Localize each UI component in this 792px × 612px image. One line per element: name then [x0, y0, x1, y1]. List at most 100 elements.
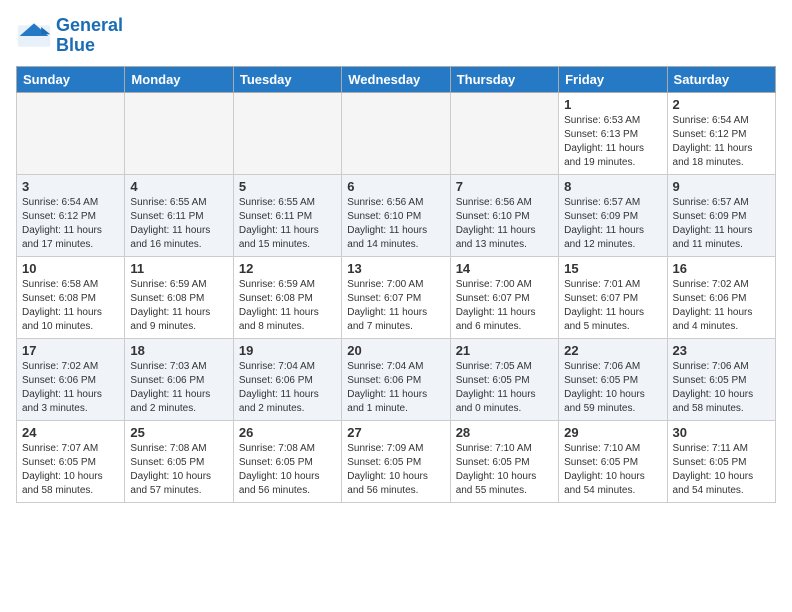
day-number: 13	[347, 261, 444, 276]
weekday-header-saturday: Saturday	[667, 66, 775, 92]
weekday-header-tuesday: Tuesday	[233, 66, 341, 92]
calendar-cell	[450, 92, 558, 174]
calendar-cell	[17, 92, 125, 174]
day-number: 27	[347, 425, 444, 440]
weekday-header-wednesday: Wednesday	[342, 66, 450, 92]
day-number: 17	[22, 343, 119, 358]
day-info: Sunrise: 7:06 AM Sunset: 6:05 PM Dayligh…	[564, 360, 661, 416]
day-info: Sunrise: 6:56 AM Sunset: 6:10 PM Dayligh…	[456, 196, 553, 252]
calendar-cell: 23Sunrise: 7:06 AM Sunset: 6:05 PM Dayli…	[667, 338, 775, 420]
day-number: 15	[564, 261, 661, 276]
calendar-cell: 1 Sunrise: 6:53 AM Sunset: 6:13 PM Daylig…	[559, 92, 667, 174]
day-info: Sunrise: 6:53 AM Sunset: 6:13 PM Dayligh…	[564, 114, 661, 170]
calendar-cell: 22 Sunrise: 7:06 AM Sunset: 6:05 PM Dayli…	[559, 338, 667, 420]
calendar-cell: 3 Sunrise: 6:54 AM Sunset: 6:12 PM Daylig…	[17, 174, 125, 256]
day-info: Sunrise: 7:10 AM Sunset: 6:05 PM Dayligh…	[564, 442, 661, 498]
day-number: 12	[239, 261, 336, 276]
calendar-week-3: 17 Sunrise: 7:02 AM Sunset: 6:06 PM Dayli…	[17, 338, 776, 420]
calendar-week-0: 1 Sunrise: 6:53 AM Sunset: 6:13 PM Daylig…	[17, 92, 776, 174]
logo-text: General Blue	[56, 16, 123, 56]
calendar-cell: 20 Sunrise: 7:04 AM Sunset: 6:06 PM Dayli…	[342, 338, 450, 420]
day-info: Sunrise: 6:58 AM Sunset: 6:08 PM Dayligh…	[22, 278, 119, 334]
calendar-week-4: 24 Sunrise: 7:07 AM Sunset: 6:05 PM Dayli…	[17, 420, 776, 502]
calendar-cell: 29 Sunrise: 7:10 AM Sunset: 6:05 PM Dayli…	[559, 420, 667, 502]
day-info: Sunrise: 6:59 AM Sunset: 6:08 PM Dayligh…	[239, 278, 336, 334]
calendar-cell: 4 Sunrise: 6:55 AM Sunset: 6:11 PM Daylig…	[125, 174, 233, 256]
weekday-header-monday: Monday	[125, 66, 233, 92]
day-info: Sunrise: 7:02 AM Sunset: 6:06 PM Dayligh…	[22, 360, 119, 416]
day-info: Sunrise: 7:02 AM Sunset: 6:06 PM Dayligh…	[673, 278, 770, 334]
day-info: Sunrise: 6:54 AM Sunset: 6:12 PM Dayligh…	[22, 196, 119, 252]
calendar-cell	[342, 92, 450, 174]
day-info: Sunrise: 7:08 AM Sunset: 6:05 PM Dayligh…	[239, 442, 336, 498]
calendar-cell: 21 Sunrise: 7:05 AM Sunset: 6:05 PM Dayli…	[450, 338, 558, 420]
weekday-header-thursday: Thursday	[450, 66, 558, 92]
day-number: 26	[239, 425, 336, 440]
day-number: 4	[130, 179, 227, 194]
day-number: 25	[130, 425, 227, 440]
day-info: Sunrise: 7:03 AM Sunset: 6:06 PM Dayligh…	[130, 360, 227, 416]
calendar-cell	[125, 92, 233, 174]
calendar-cell: 5 Sunrise: 6:55 AM Sunset: 6:11 PM Daylig…	[233, 174, 341, 256]
day-info: Sunrise: 6:57 AM Sunset: 6:09 PM Dayligh…	[564, 196, 661, 252]
day-info: Sunrise: 7:11 AM Sunset: 6:05 PM Dayligh…	[673, 442, 770, 498]
calendar-cell: 15 Sunrise: 7:01 AM Sunset: 6:07 PM Dayli…	[559, 256, 667, 338]
day-number: 7	[456, 179, 553, 194]
day-info: Sunrise: 7:05 AM Sunset: 6:05 PM Dayligh…	[456, 360, 553, 416]
calendar-body: 1 Sunrise: 6:53 AM Sunset: 6:13 PM Daylig…	[17, 92, 776, 502]
calendar-cell: 24 Sunrise: 7:07 AM Sunset: 6:05 PM Dayli…	[17, 420, 125, 502]
calendar-cell: 8 Sunrise: 6:57 AM Sunset: 6:09 PM Daylig…	[559, 174, 667, 256]
calendar-table: SundayMondayTuesdayWednesdayThursdayFrid…	[16, 66, 776, 503]
day-number: 5	[239, 179, 336, 194]
day-info: Sunrise: 7:09 AM Sunset: 6:05 PM Dayligh…	[347, 442, 444, 498]
day-info: Sunrise: 7:04 AM Sunset: 6:06 PM Dayligh…	[239, 360, 336, 416]
calendar-week-1: 3 Sunrise: 6:54 AM Sunset: 6:12 PM Daylig…	[17, 174, 776, 256]
calendar-cell: 30 Sunrise: 7:11 AM Sunset: 6:05 PM Dayli…	[667, 420, 775, 502]
day-number: 16	[673, 261, 770, 276]
day-info: Sunrise: 7:01 AM Sunset: 6:07 PM Dayligh…	[564, 278, 661, 334]
calendar-cell: 11Sunrise: 6:59 AM Sunset: 6:08 PM Dayli…	[125, 256, 233, 338]
day-number: 19	[239, 343, 336, 358]
day-info: Sunrise: 7:07 AM Sunset: 6:05 PM Dayligh…	[22, 442, 119, 498]
day-info: Sunrise: 7:08 AM Sunset: 6:05 PM Dayligh…	[130, 442, 227, 498]
day-number: 2	[673, 97, 770, 112]
calendar-cell: 2 Sunrise: 6:54 AM Sunset: 6:12 PM Daylig…	[667, 92, 775, 174]
day-number: 20	[347, 343, 444, 358]
calendar-cell: 26 Sunrise: 7:08 AM Sunset: 6:05 PM Dayli…	[233, 420, 341, 502]
day-number: 22	[564, 343, 661, 358]
day-info: Sunrise: 6:55 AM Sunset: 6:11 PM Dayligh…	[130, 196, 227, 252]
weekday-header-sunday: Sunday	[17, 66, 125, 92]
calendar-cell: 10 Sunrise: 6:58 AM Sunset: 6:08 PM Dayli…	[17, 256, 125, 338]
day-number: 3	[22, 179, 119, 194]
day-info: Sunrise: 7:00 AM Sunset: 6:07 PM Dayligh…	[456, 278, 553, 334]
logo: General Blue	[16, 16, 123, 56]
day-number: 28	[456, 425, 553, 440]
calendar-cell: 9Sunrise: 6:57 AM Sunset: 6:09 PM Daylig…	[667, 174, 775, 256]
calendar-week-2: 10 Sunrise: 6:58 AM Sunset: 6:08 PM Dayli…	[17, 256, 776, 338]
day-number: 14	[456, 261, 553, 276]
day-info: Sunrise: 6:55 AM Sunset: 6:11 PM Dayligh…	[239, 196, 336, 252]
calendar-cell: 6Sunrise: 6:56 AM Sunset: 6:10 PM Daylig…	[342, 174, 450, 256]
day-number: 30	[673, 425, 770, 440]
calendar-cell: 16 Sunrise: 7:02 AM Sunset: 6:06 PM Dayli…	[667, 256, 775, 338]
calendar-cell: 12 Sunrise: 6:59 AM Sunset: 6:08 PM Dayli…	[233, 256, 341, 338]
day-info: Sunrise: 7:10 AM Sunset: 6:05 PM Dayligh…	[456, 442, 553, 498]
calendar-header: SundayMondayTuesdayWednesdayThursdayFrid…	[17, 66, 776, 92]
day-number: 29	[564, 425, 661, 440]
day-info: Sunrise: 6:54 AM Sunset: 6:12 PM Dayligh…	[673, 114, 770, 170]
day-number: 18	[130, 343, 227, 358]
day-number: 10	[22, 261, 119, 276]
calendar-cell: 18 Sunrise: 7:03 AM Sunset: 6:06 PM Dayli…	[125, 338, 233, 420]
weekday-header-friday: Friday	[559, 66, 667, 92]
day-number: 24	[22, 425, 119, 440]
day-number: 21	[456, 343, 553, 358]
logo-icon	[16, 18, 52, 54]
day-info: Sunrise: 7:04 AM Sunset: 6:06 PM Dayligh…	[347, 360, 444, 416]
day-number: 1	[564, 97, 661, 112]
calendar-cell: 28 Sunrise: 7:10 AM Sunset: 6:05 PM Dayli…	[450, 420, 558, 502]
day-number: 6	[347, 179, 444, 194]
page-header: General Blue	[16, 16, 776, 56]
day-number: 8	[564, 179, 661, 194]
weekday-header-row: SundayMondayTuesdayWednesdayThursdayFrid…	[17, 66, 776, 92]
calendar-cell: 27 Sunrise: 7:09 AM Sunset: 6:05 PM Dayli…	[342, 420, 450, 502]
